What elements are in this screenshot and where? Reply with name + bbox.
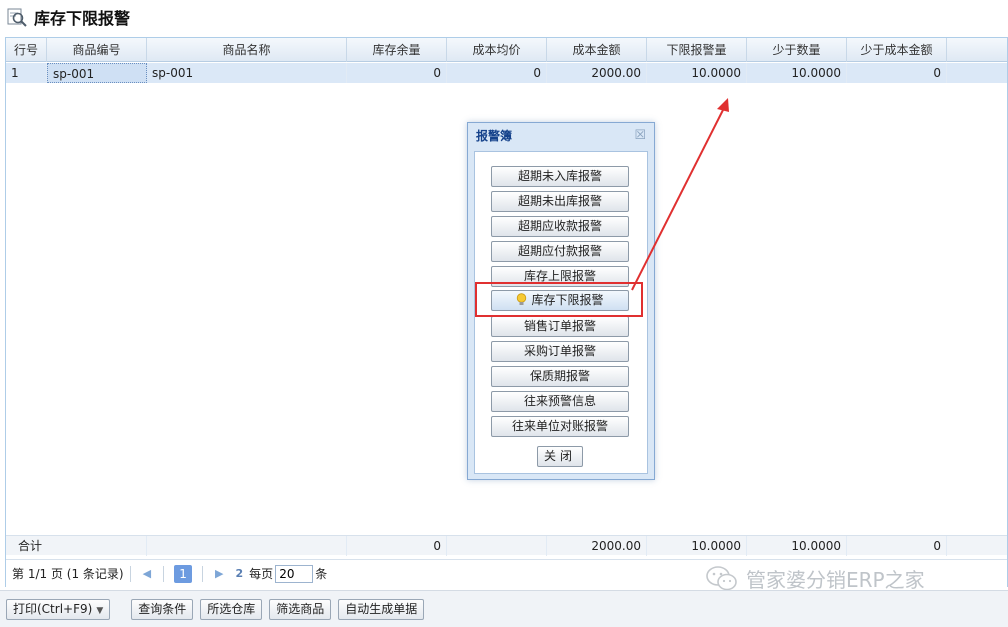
annotation-arrow: [631, 98, 729, 291]
